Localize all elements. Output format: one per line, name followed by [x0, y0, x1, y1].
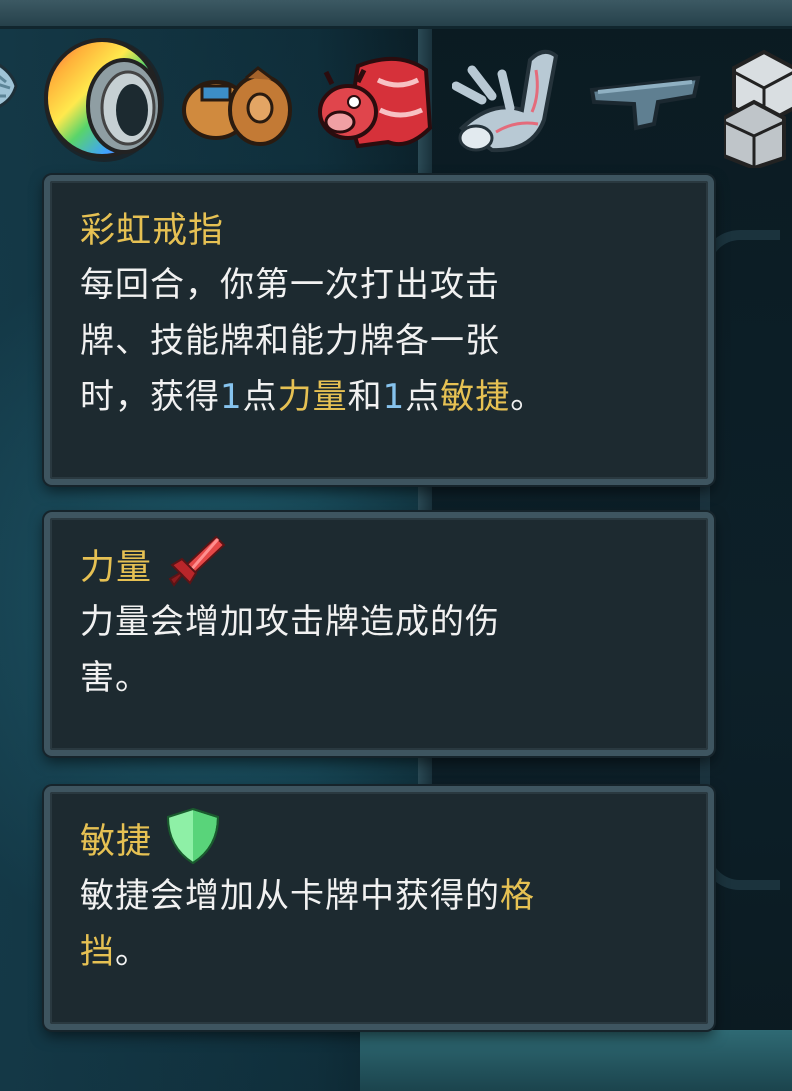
jar-relic-icon[interactable]	[182, 64, 294, 150]
keyword-name: 力量	[80, 548, 153, 588]
description-line: 敏捷会增加从卡牌中获得的格	[80, 868, 680, 924]
number-value: 1	[220, 377, 243, 417]
shield-icon	[166, 807, 220, 878]
anvil-relic-icon[interactable]	[588, 68, 704, 138]
text-fragment: 。	[510, 377, 546, 417]
tooltip-description: 力量会增加攻击牌造成的伤 害。	[80, 594, 680, 706]
tooltip-title: 彩虹戒指	[80, 205, 680, 257]
cube-relic-icon[interactable]	[722, 48, 792, 171]
keyword-strength: 力量	[277, 377, 348, 417]
text-fragment: 点	[242, 377, 278, 417]
keyword-tooltip-dexterity: 敏捷 敏捷会增加从卡牌中获得的格 挡。	[44, 786, 714, 1030]
text-fragment: 点	[405, 377, 441, 417]
description-line: 力量会增加攻击牌造成的伤	[80, 602, 500, 642]
shell-relic-icon[interactable]	[0, 46, 24, 116]
sword-icon	[166, 535, 226, 602]
description-line: 牌、技能牌和能力牌各一张	[80, 321, 500, 361]
background-floor	[360, 1030, 792, 1091]
keyword-block: 格	[500, 876, 535, 916]
tooltip-title: 敏捷	[80, 807, 680, 868]
coral-relic-icon[interactable]	[451, 40, 568, 158]
keyword-block: 挡	[80, 932, 115, 972]
description-line: 害。	[80, 658, 150, 698]
relic-tooltip-rainbow-ring: 彩虹戒指 每回合，你第一次打出攻击 牌、技能牌和能力牌各一张 时，获得1点力量和…	[44, 175, 714, 485]
rainbow-ring-relic-icon[interactable]	[36, 28, 172, 168]
description-line: 时，获得1点力量和1点敏捷。	[80, 369, 680, 425]
tooltip-description: 每回合，你第一次打出攻击 牌、技能牌和能力牌各一张 时，获得1点力量和1点敏捷。	[80, 257, 680, 425]
tooltip-title: 力量	[80, 535, 680, 594]
text-fragment: 。	[115, 932, 150, 972]
keyword-dexterity: 敏捷	[440, 377, 511, 417]
text-fragment: 时，获得	[80, 377, 220, 417]
description-line: 每回合，你第一次打出攻击	[80, 265, 500, 305]
keyword-name: 敏捷	[80, 822, 153, 862]
top-bar-edge	[0, 0, 792, 29]
tooltip-description: 敏捷会增加从卡牌中获得的格 挡。	[80, 868, 680, 980]
number-value: 1	[382, 377, 406, 417]
text-fragment: 和	[347, 377, 383, 417]
description-line: 挡。	[80, 924, 680, 980]
relic-name: 彩虹戒指	[80, 211, 225, 251]
red-bull-relic-icon[interactable]	[318, 50, 434, 158]
relic-bar	[0, 28, 792, 171]
text-fragment: 敏捷会增加从卡牌中获得的	[80, 876, 500, 916]
keyword-tooltip-strength: 力量 力量会增加攻击牌造成的伤 害。	[44, 512, 714, 756]
